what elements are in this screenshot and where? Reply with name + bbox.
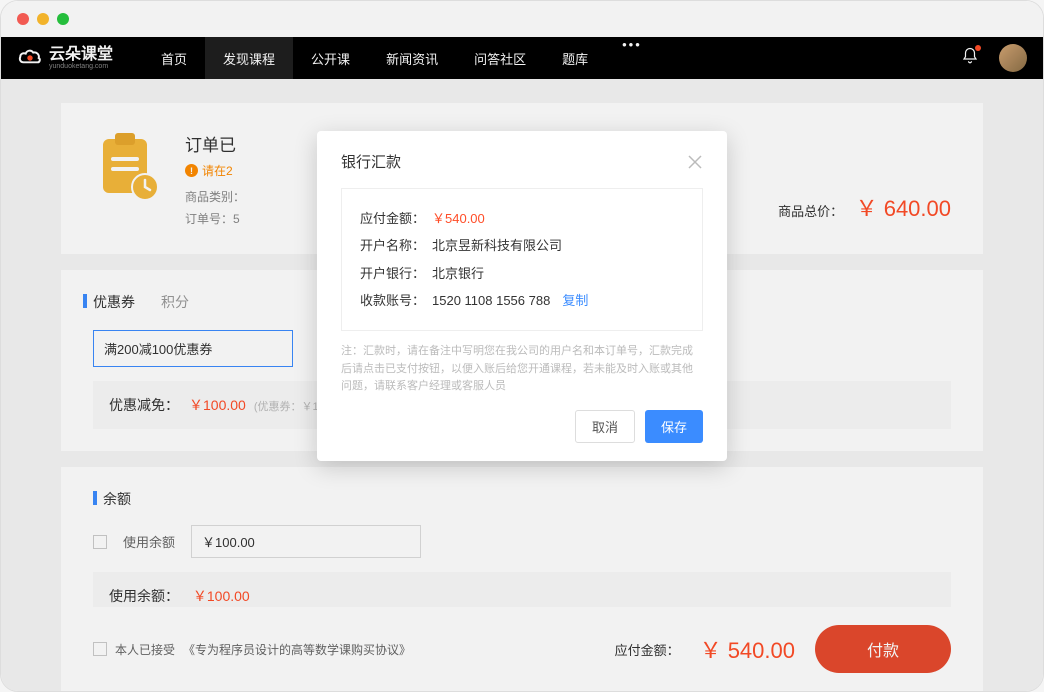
modal-account-name-label: 开户名称： [360,232,432,259]
modal-header: 银行汇款 [341,151,703,172]
modal-bank-value: 北京银行 [432,260,484,287]
modal-account-no-row: 收款账号： 1520 1108 1556 788 复制 [360,287,684,314]
modal-amount-label: 应付金额： [360,205,432,232]
cancel-button[interactable]: 取消 [575,410,635,443]
app-window: 云朵课堂 yunduoketang.com 首页 发现课程 公开课 新闻资讯 问… [0,0,1044,692]
modal-overlay: 银行汇款 应付金额： ￥540.00 开户名称： 北京昱新科技有限公司 开户银行… [1,1,1043,691]
modal-body: 应付金额： ￥540.00 开户名称： 北京昱新科技有限公司 开户银行： 北京银… [341,188,703,331]
modal-account-no-label: 收款账号： [360,287,432,314]
save-button[interactable]: 保存 [645,410,703,443]
modal-note: 注：汇款时，请在备注中写明您在我公司的用户名和本订单号，汇款完成后请点击已支付按… [341,343,703,396]
modal-account-name-value: 北京昱新科技有限公司 [432,232,562,259]
modal-title: 银行汇款 [341,151,401,172]
modal-footer: 取消 保存 [341,410,703,443]
modal-account-no-value: 1520 1108 1556 788 [432,287,550,314]
modal-amount-value: ￥540.00 [432,205,485,232]
close-icon[interactable] [687,154,703,170]
bank-transfer-modal: 银行汇款 应付金额： ￥540.00 开户名称： 北京昱新科技有限公司 开户银行… [317,131,727,461]
modal-bank-row: 开户银行： 北京银行 [360,260,684,287]
copy-button[interactable]: 复制 [562,287,588,314]
modal-account-name-row: 开户名称： 北京昱新科技有限公司 [360,232,684,259]
modal-bank-label: 开户银行： [360,260,432,287]
modal-amount-row: 应付金额： ￥540.00 [360,205,684,232]
